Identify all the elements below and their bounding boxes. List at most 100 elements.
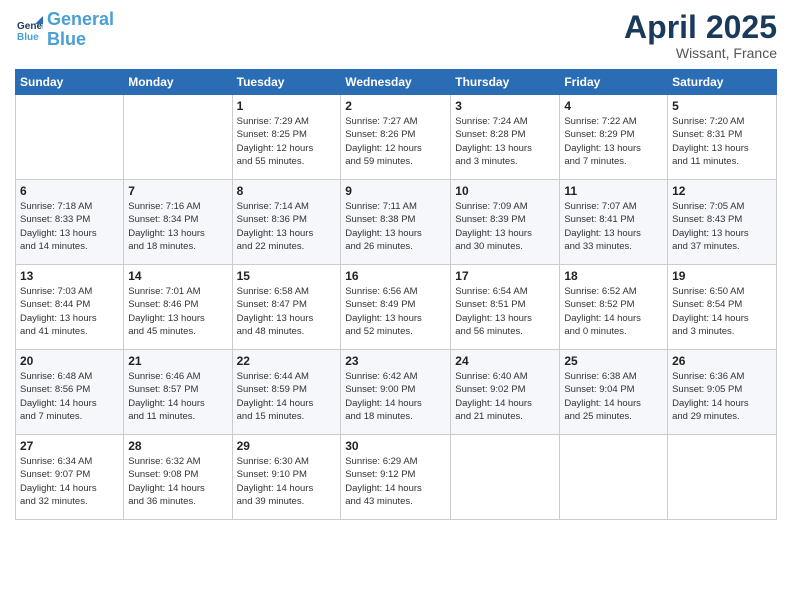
calendar-cell: 20 Sunrise: 6:48 AM Sunset: 8:56 PM Dayli… [16, 350, 124, 435]
day-info: Sunrise: 7:24 AM Sunset: 8:28 PM Dayligh… [455, 115, 555, 168]
calendar-cell: 29 Sunrise: 6:30 AM Sunset: 9:10 PM Dayli… [232, 435, 341, 520]
col-friday: Friday [560, 70, 668, 95]
day-info: Sunrise: 7:29 AM Sunset: 8:25 PM Dayligh… [237, 115, 337, 168]
day-number: 29 [237, 439, 337, 453]
day-info: Sunrise: 6:30 AM Sunset: 9:10 PM Dayligh… [237, 455, 337, 508]
calendar-cell: 23Sunrise: 6:42 AM Sunset: 9:00 PM Dayli… [341, 350, 451, 435]
day-number: 24 [455, 354, 555, 368]
calendar-cell: 6 Sunrise: 7:18 AM Sunset: 8:33 PM Daylig… [16, 180, 124, 265]
calendar-cell: 4 Sunrise: 7:22 AM Sunset: 8:29 PM Daylig… [560, 95, 668, 180]
day-number: 4 [564, 99, 663, 113]
day-info: Sunrise: 7:07 AM Sunset: 8:41 PM Dayligh… [564, 200, 663, 253]
title-block: April 2025 Wissant, France [624, 10, 777, 61]
day-info: Sunrise: 7:03 AM Sunset: 8:44 PM Dayligh… [20, 285, 119, 338]
day-number: 8 [237, 184, 337, 198]
week-row-4: 27 Sunrise: 6:34 AM Sunset: 9:07 PM Dayli… [16, 435, 777, 520]
month-title: April 2025 [624, 10, 777, 45]
day-info: Sunrise: 7:27 AM Sunset: 8:26 PM Dayligh… [345, 115, 446, 168]
day-info: Sunrise: 6:32 AM Sunset: 9:08 PM Dayligh… [128, 455, 227, 508]
day-info: Sunrise: 7:22 AM Sunset: 8:29 PM Dayligh… [564, 115, 663, 168]
day-info: Sunrise: 6:40 AM Sunset: 9:02 PM Dayligh… [455, 370, 555, 423]
calendar-cell: 21 Sunrise: 6:46 AM Sunset: 8:57 PM Dayli… [124, 350, 232, 435]
calendar-cell: 17 Sunrise: 6:54 AM Sunset: 8:51 PM Dayli… [451, 265, 560, 350]
calendar-cell: 12 Sunrise: 7:05 AM Sunset: 8:43 PM Dayli… [668, 180, 777, 265]
week-row-3: 20 Sunrise: 6:48 AM Sunset: 8:56 PM Dayli… [16, 350, 777, 435]
calendar-cell: 25 Sunrise: 6:38 AM Sunset: 9:04 PM Dayli… [560, 350, 668, 435]
calendar-cell: 28 Sunrise: 6:32 AM Sunset: 9:08 PM Dayli… [124, 435, 232, 520]
calendar-cell: 3Sunrise: 7:24 AM Sunset: 8:28 PM Daylig… [451, 95, 560, 180]
day-number: 23 [345, 354, 446, 368]
day-info: Sunrise: 7:18 AM Sunset: 8:33 PM Dayligh… [20, 200, 119, 253]
day-info: Sunrise: 6:34 AM Sunset: 9:07 PM Dayligh… [20, 455, 119, 508]
day-number: 17 [455, 269, 555, 283]
col-saturday: Saturday [668, 70, 777, 95]
day-info: Sunrise: 6:58 AM Sunset: 8:47 PM Dayligh… [237, 285, 337, 338]
calendar-cell: 10 Sunrise: 7:09 AM Sunset: 8:39 PM Dayli… [451, 180, 560, 265]
day-number: 30 [345, 439, 446, 453]
col-tuesday: Tuesday [232, 70, 341, 95]
day-info: Sunrise: 6:56 AM Sunset: 8:49 PM Dayligh… [345, 285, 446, 338]
day-info: Sunrise: 6:46 AM Sunset: 8:57 PM Dayligh… [128, 370, 227, 423]
calendar-table: Sunday Monday Tuesday Wednesday Thursday… [15, 69, 777, 520]
day-info: Sunrise: 7:09 AM Sunset: 8:39 PM Dayligh… [455, 200, 555, 253]
calendar-cell: 9 Sunrise: 7:11 AM Sunset: 8:38 PM Daylig… [341, 180, 451, 265]
day-number: 11 [564, 184, 663, 198]
day-number: 25 [564, 354, 663, 368]
day-number: 26 [672, 354, 772, 368]
logo: General Blue General Blue [15, 10, 114, 50]
col-thursday: Thursday [451, 70, 560, 95]
calendar-cell: 15Sunrise: 6:58 AM Sunset: 8:47 PM Dayli… [232, 265, 341, 350]
day-number: 13 [20, 269, 119, 283]
calendar-cell: 24 Sunrise: 6:40 AM Sunset: 9:02 PM Dayli… [451, 350, 560, 435]
location: Wissant, France [624, 45, 777, 61]
day-number: 20 [20, 354, 119, 368]
calendar-header-row: Sunday Monday Tuesday Wednesday Thursday… [16, 70, 777, 95]
calendar-cell: 7Sunrise: 7:16 AM Sunset: 8:34 PM Daylig… [124, 180, 232, 265]
day-number: 9 [345, 184, 446, 198]
calendar-cell [451, 435, 560, 520]
day-info: Sunrise: 7:14 AM Sunset: 8:36 PM Dayligh… [237, 200, 337, 253]
logo-icon: General Blue [15, 16, 43, 44]
day-number: 27 [20, 439, 119, 453]
col-monday: Monday [124, 70, 232, 95]
day-number: 14 [128, 269, 227, 283]
day-number: 1 [237, 99, 337, 113]
day-number: 28 [128, 439, 227, 453]
day-number: 16 [345, 269, 446, 283]
day-info: Sunrise: 7:16 AM Sunset: 8:34 PM Dayligh… [128, 200, 227, 253]
week-row-0: 1 Sunrise: 7:29 AM Sunset: 8:25 PM Daylig… [16, 95, 777, 180]
day-info: Sunrise: 7:01 AM Sunset: 8:46 PM Dayligh… [128, 285, 227, 338]
day-info: Sunrise: 6:29 AM Sunset: 9:12 PM Dayligh… [345, 455, 446, 508]
calendar-cell: 30 Sunrise: 6:29 AM Sunset: 9:12 PM Dayli… [341, 435, 451, 520]
calendar-cell [16, 95, 124, 180]
col-wednesday: Wednesday [341, 70, 451, 95]
day-number: 22 [237, 354, 337, 368]
calendar-cell: 11 Sunrise: 7:07 AM Sunset: 8:41 PM Dayli… [560, 180, 668, 265]
svg-text:Blue: Blue [17, 32, 39, 43]
day-info: Sunrise: 6:38 AM Sunset: 9:04 PM Dayligh… [564, 370, 663, 423]
day-number: 5 [672, 99, 772, 113]
day-info: Sunrise: 6:36 AM Sunset: 9:05 PM Dayligh… [672, 370, 772, 423]
calendar-cell: 5 Sunrise: 7:20 AM Sunset: 8:31 PM Daylig… [668, 95, 777, 180]
day-number: 2 [345, 99, 446, 113]
day-info: Sunrise: 6:44 AM Sunset: 8:59 PM Dayligh… [237, 370, 337, 423]
calendar-cell: 13 Sunrise: 7:03 AM Sunset: 8:44 PM Dayli… [16, 265, 124, 350]
day-info: Sunrise: 7:05 AM Sunset: 8:43 PM Dayligh… [672, 200, 772, 253]
day-number: 6 [20, 184, 119, 198]
day-info: Sunrise: 6:48 AM Sunset: 8:56 PM Dayligh… [20, 370, 119, 423]
calendar-cell [124, 95, 232, 180]
calendar-cell: 18 Sunrise: 6:52 AM Sunset: 8:52 PM Dayli… [560, 265, 668, 350]
day-info: Sunrise: 6:52 AM Sunset: 8:52 PM Dayligh… [564, 285, 663, 338]
calendar-cell: 19Sunrise: 6:50 AM Sunset: 8:54 PM Dayli… [668, 265, 777, 350]
week-row-1: 6 Sunrise: 7:18 AM Sunset: 8:33 PM Daylig… [16, 180, 777, 265]
calendar-cell: 2 Sunrise: 7:27 AM Sunset: 8:26 PM Daylig… [341, 95, 451, 180]
day-number: 21 [128, 354, 227, 368]
day-info: Sunrise: 7:20 AM Sunset: 8:31 PM Dayligh… [672, 115, 772, 168]
day-info: Sunrise: 6:54 AM Sunset: 8:51 PM Dayligh… [455, 285, 555, 338]
day-info: Sunrise: 7:11 AM Sunset: 8:38 PM Dayligh… [345, 200, 446, 253]
col-sunday: Sunday [16, 70, 124, 95]
day-number: 10 [455, 184, 555, 198]
day-number: 18 [564, 269, 663, 283]
calendar-cell: 1 Sunrise: 7:29 AM Sunset: 8:25 PM Daylig… [232, 95, 341, 180]
day-number: 12 [672, 184, 772, 198]
